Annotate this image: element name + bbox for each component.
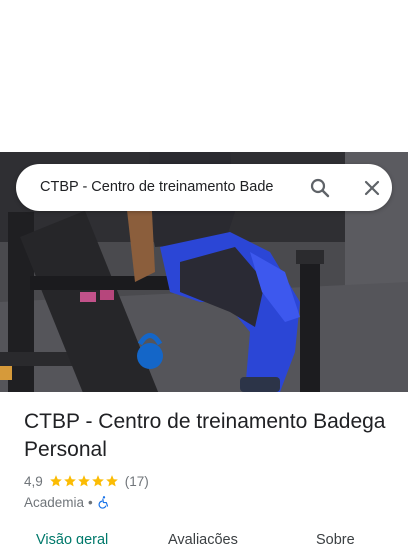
place-category: Academia <box>24 494 85 510</box>
place-page: CTBP - Centro de treinamento Bade CTBP -… <box>0 0 408 544</box>
category-row: Academia • <box>24 492 111 512</box>
tab-about[interactable]: Sobre <box>316 532 355 544</box>
place-tabs: Visão geral Avaliações Sobre <box>0 528 408 544</box>
rating-value: 4,9 <box>24 473 43 489</box>
tab-reviews[interactable]: Avaliações <box>168 532 238 544</box>
review-count[interactable]: (17) <box>125 474 149 489</box>
wheelchair-icon <box>98 496 108 509</box>
search-bar[interactable]: CTBP - Centro de treinamento Bade <box>16 164 392 211</box>
star-icon <box>63 475 76 487</box>
star-icon <box>105 475 118 487</box>
tab-overview[interactable]: Visão geral <box>36 532 108 544</box>
star-icon <box>49 475 62 487</box>
search-icon[interactable] <box>308 176 332 200</box>
place-title: CTBP - Centro de treinamento Badega Pers… <box>24 410 386 461</box>
separator-dot: • <box>88 494 93 510</box>
close-icon[interactable] <box>360 176 384 200</box>
star-icon <box>91 475 104 487</box>
search-input[interactable]: CTBP - Centro de treinamento Bade <box>40 164 302 211</box>
star-icon <box>77 475 90 487</box>
star-rating <box>49 474 119 488</box>
rating-row[interactable]: 4,9 (17) <box>24 471 149 491</box>
